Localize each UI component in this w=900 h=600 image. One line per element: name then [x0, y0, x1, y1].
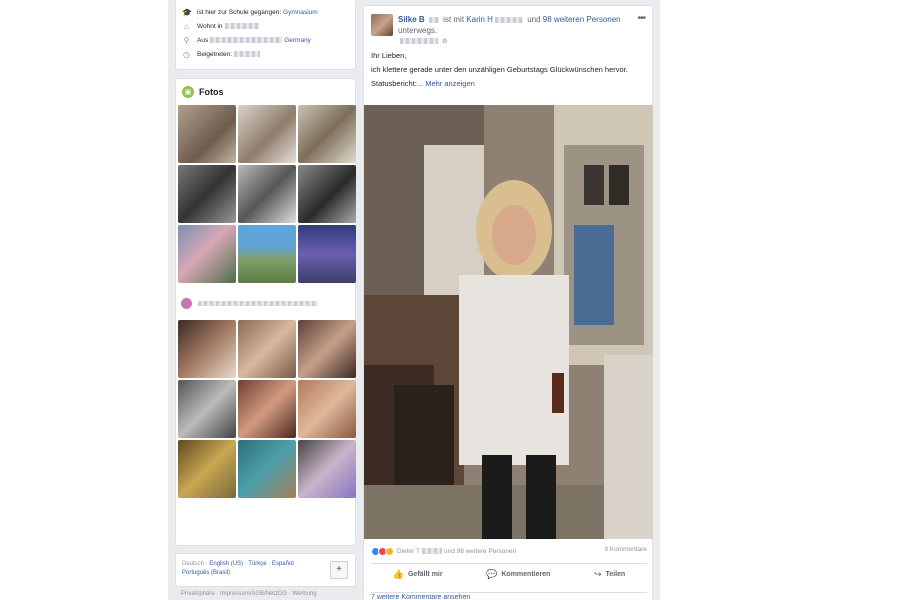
thumbs-up-icon: 👍: [392, 569, 404, 579]
photo-thumbnail[interactable]: [178, 380, 236, 438]
and-text: und: [527, 15, 541, 24]
more-options-icon[interactable]: •••: [637, 13, 645, 24]
home-icon: ⌂: [184, 21, 189, 31]
post-headline: Silke B ist mit Karin H und 98 weiteren …: [398, 14, 628, 36]
intro-card: 🎓 ist hier zur Schule gegangen: Gymnasiu…: [175, 0, 356, 70]
status-label: Statusbericht:...: [371, 79, 424, 88]
photo-thumbnail[interactable]: [178, 105, 236, 163]
redacted-text: [422, 548, 442, 554]
tagged-person[interactable]: Karin H: [466, 15, 493, 24]
left-margin: [0, 0, 168, 600]
photo-thumbnail[interactable]: [178, 440, 236, 498]
language-link-portuguese[interactable]: Português (Brasil): [182, 570, 230, 576]
school-prefix: ist hier zur Schule gegangen:: [197, 8, 282, 16]
photo-thumbnail[interactable]: [298, 380, 356, 438]
post-photo-image: [364, 105, 653, 539]
redacted-timestamp: [400, 38, 438, 45]
joined-label: Beigetreten:: [197, 50, 233, 58]
intro-school: 🎓 ist hier zur Schule gegangen: Gymnasiu…: [182, 5, 349, 19]
others-link[interactable]: 98 weiteren Personen: [543, 15, 621, 24]
album-avatar: [181, 298, 192, 309]
share-label: Teilen: [605, 571, 626, 578]
school-link[interactable]: Gymnasium: [283, 9, 318, 16]
photo-thumbnail[interactable]: [238, 105, 296, 163]
post-status-line: Statusbericht:... Mehr anzeigen: [371, 78, 647, 89]
album-label-row: [181, 298, 320, 309]
photos-title: Fotos: [199, 87, 224, 97]
current-language: Deutsch: [182, 561, 205, 567]
add-language-button[interactable]: +: [330, 561, 348, 579]
photos-icon: ▣: [182, 86, 194, 98]
language-link-english[interactable]: English (US): [209, 561, 243, 567]
from-label: Aus: [197, 36, 209, 44]
share-button[interactable]: ↪ Teilen: [594, 569, 625, 580]
photos-header[interactable]: ▣ Fotos: [176, 79, 355, 105]
language-link-turkish[interactable]: Türkçe: [248, 561, 266, 567]
photo-thumbnail[interactable]: [298, 225, 356, 283]
post-header: Silke B ist mit Karin H und 98 weiteren …: [371, 13, 647, 49]
comment-label: Kommentieren: [501, 571, 551, 578]
photo-thumbnail[interactable]: [238, 165, 296, 223]
globe-icon: ⚙: [441, 38, 448, 45]
post-body: Ihr Lieben, ich klettere gerade unter de…: [371, 50, 647, 92]
like-label: Gefällt mir: [407, 571, 443, 578]
redacted-text: [234, 51, 261, 57]
haha-reaction-icon: [385, 546, 394, 556]
redacted-text: [224, 23, 259, 29]
post-message: ich klettere gerade unter den unzähligen…: [371, 65, 628, 74]
right-margin: [660, 0, 900, 600]
with-text: ist mit: [443, 15, 465, 24]
redacted-text: [428, 16, 439, 23]
reactions-bar[interactable]: Dieter T und 98 weitere Personen 9 Komme…: [371, 545, 647, 557]
clock-icon: ◷: [183, 49, 190, 59]
legal-links[interactable]: Privatsphäre · Impressum/AGB/NetzDG · We…: [181, 591, 317, 597]
author-avatar[interactable]: [371, 14, 393, 36]
post-meta: ⚙: [398, 37, 448, 45]
post-greeting: Ihr Lieben,: [371, 51, 407, 60]
intro-joined: ◷ Beigetreten:: [182, 47, 349, 61]
photo-thumbnail[interactable]: [178, 225, 236, 283]
photo-thumbnail[interactable]: [178, 165, 236, 223]
like-button[interactable]: 👍 Gefällt mir: [393, 569, 443, 580]
speech-bubble-icon: 💬: [486, 569, 498, 579]
redacted-text: [494, 16, 523, 23]
comment-button[interactable]: 💬 Kommentieren: [486, 569, 550, 580]
graduation-cap-icon: 🎓: [182, 7, 192, 17]
photo-thumbnail[interactable]: [238, 320, 296, 378]
photo-thumbnail[interactable]: [238, 380, 296, 438]
location-pin-icon: ⚲: [183, 35, 190, 45]
reactions-rest: und 98 weitere Personen: [444, 547, 517, 555]
photo-thumbnail[interactable]: [238, 225, 296, 283]
photo-grid-top: [178, 105, 356, 283]
photo-thumbnail[interactable]: [178, 320, 236, 378]
lives-label: Wohnt in: [197, 22, 223, 30]
photo-thumbnail[interactable]: [298, 320, 356, 378]
photo-grid-bottom: [178, 320, 356, 498]
photo-thumbnail[interactable]: [298, 165, 356, 223]
see-more-link[interactable]: Mehr anzeigen: [425, 79, 475, 88]
language-link-spanish[interactable]: Español: [272, 561, 294, 567]
view-more-comments-link[interactable]: 7 weitere Kommentare ansehen: [371, 592, 647, 600]
language-footer: Deutsch · English (US) · Türkçe · Españo…: [175, 553, 356, 587]
post-card: Silke B ist mit Karin H und 98 weiteren …: [363, 5, 653, 600]
comment-count[interactable]: 9 Kommentare: [604, 546, 647, 553]
redacted-text: [198, 301, 318, 306]
photo-thumbnail[interactable]: [298, 440, 356, 498]
suffix-text: unterwegs.: [398, 26, 438, 35]
post-action-bar: 👍 Gefällt mir 💬 Kommentieren ↪ Teilen: [371, 563, 647, 585]
share-arrow-icon: ↪: [593, 569, 602, 579]
photo-thumbnail[interactable]: [238, 440, 296, 498]
reactions-names: Dieter T: [397, 547, 420, 555]
from-country-link[interactable]: Germany: [284, 37, 311, 44]
redacted-text: [210, 37, 283, 43]
post-photo[interactable]: [364, 105, 653, 539]
photos-card: ▣ Fotos: [175, 78, 356, 546]
photo-thumbnail[interactable]: [298, 105, 356, 163]
intro-from: ⚲ Aus Germany: [182, 33, 349, 47]
author-name[interactable]: Silke B: [398, 15, 425, 24]
intro-lives: ⌂ Wohnt in: [182, 19, 349, 33]
